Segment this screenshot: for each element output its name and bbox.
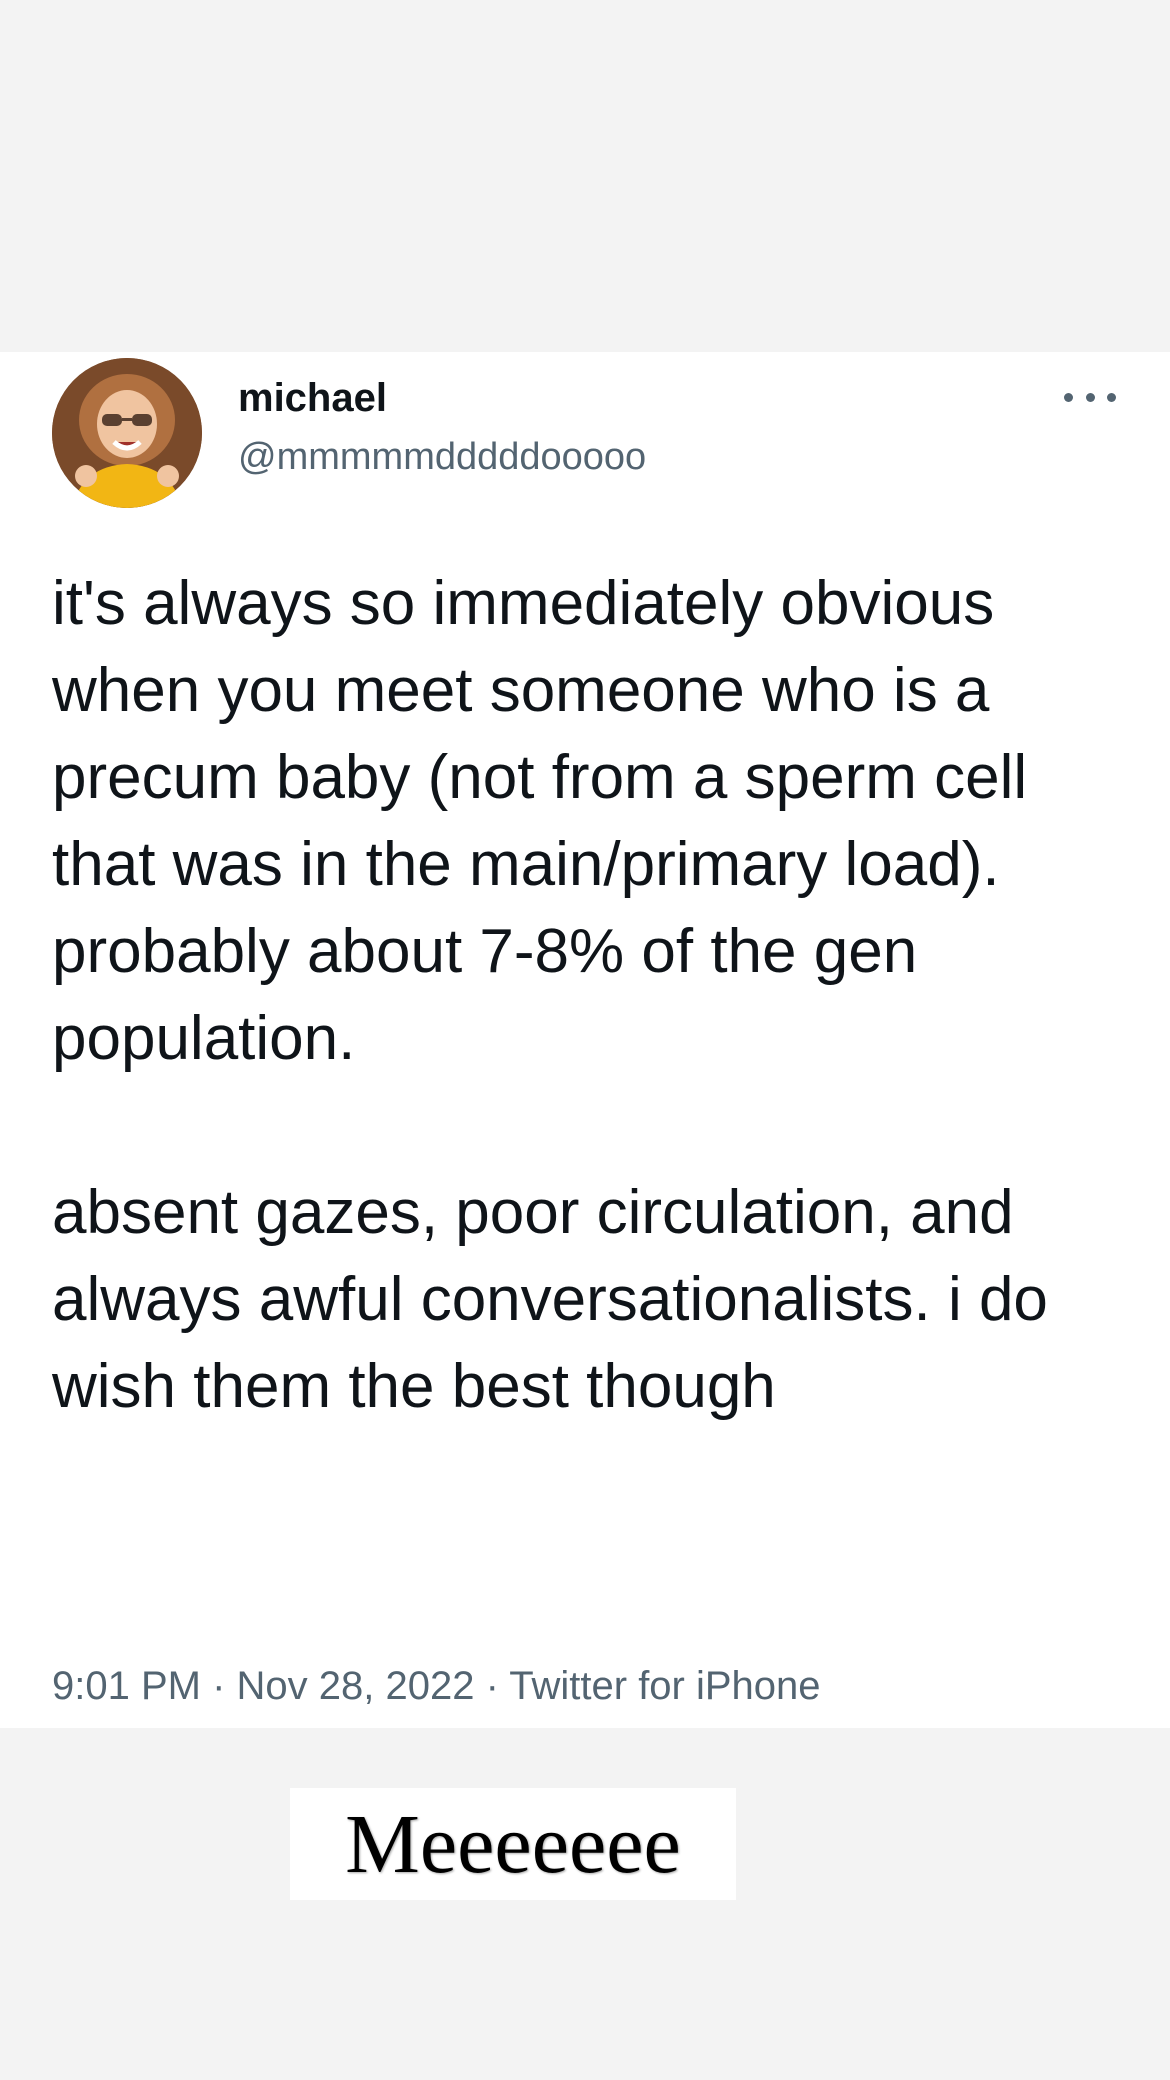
author-handle[interactable]: @mmmmmdddddooooo xyxy=(238,436,646,479)
top-blank-area xyxy=(0,0,1170,352)
caption-sticker: Meeeeeee xyxy=(290,1788,736,1900)
caption-text: Meeeeeee xyxy=(345,1797,681,1891)
avatar-photo-icon xyxy=(52,358,202,508)
more-dot xyxy=(1107,392,1116,402)
more-dot xyxy=(1064,392,1073,402)
more-options-icon[interactable] xyxy=(1064,382,1116,412)
tweet-paragraph: it's always so immediately obvious when … xyxy=(52,569,1028,1073)
tweet-timestamp[interactable]: 9:01 PM · Nov 28, 2022 · Twitter for iPh… xyxy=(52,1664,821,1709)
tweet-card: michael @mmmmmdddddooooo it's always so … xyxy=(0,352,1170,1728)
more-dot xyxy=(1085,392,1095,402)
avatar[interactable] xyxy=(52,358,202,508)
tweet-paragraph: absent gazes, poor circulation, and alwa… xyxy=(52,1178,1048,1421)
tweet-text: it's always so immediately obvious when … xyxy=(52,560,1132,1430)
author-display-name[interactable]: michael xyxy=(238,376,387,421)
